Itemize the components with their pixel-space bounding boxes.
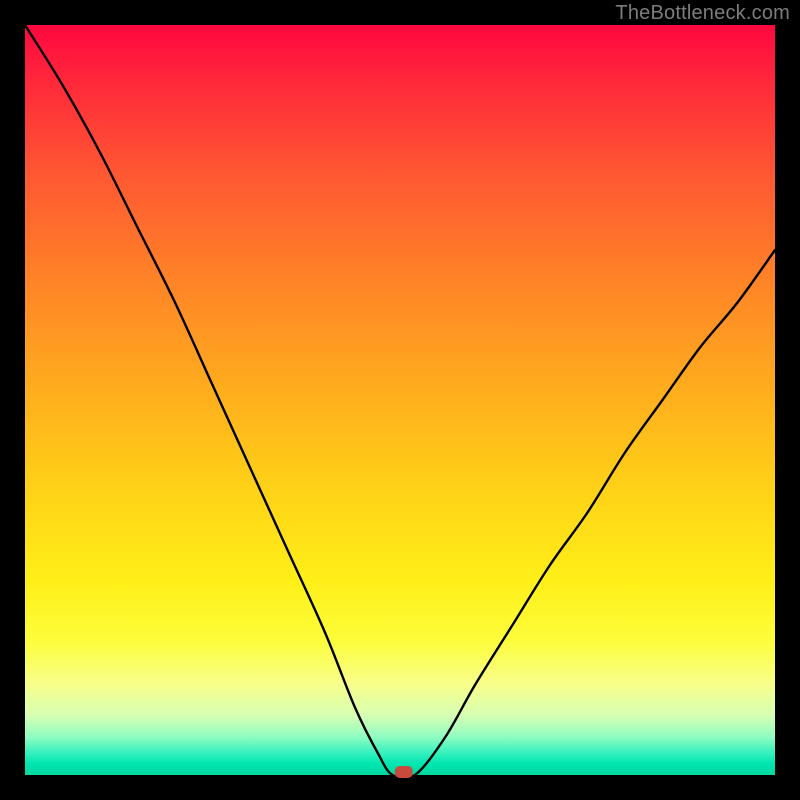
chart-frame: TheBottleneck.com [0,0,800,800]
bottleneck-curve [25,25,775,779]
plot-area [25,25,775,775]
watermark-text: TheBottleneck.com [615,2,790,25]
curve-layer [25,25,775,775]
minimum-marker [395,766,413,778]
